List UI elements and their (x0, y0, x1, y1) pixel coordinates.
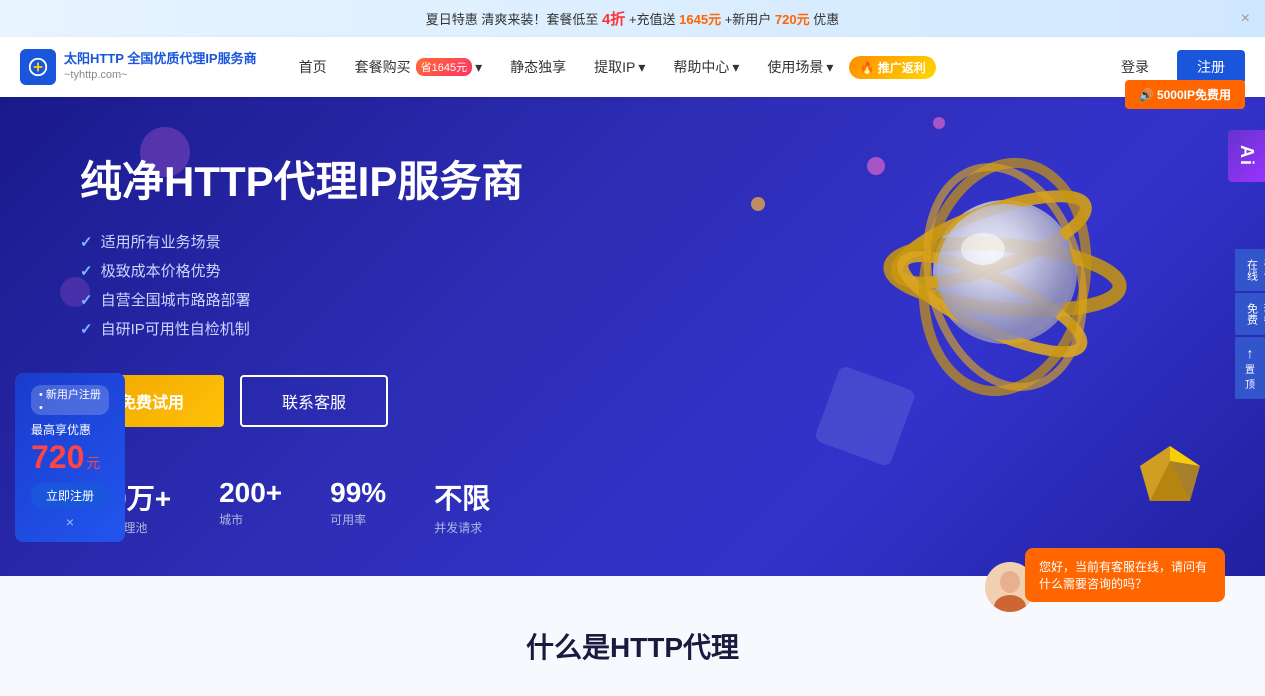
stat-number-2: 200+ (219, 477, 282, 509)
stat-availability: 99% 可用率 (330, 477, 386, 536)
feature-1: 适用所有业务场景 (80, 231, 680, 252)
free-ip-badge[interactable]: 🔊 5000IP免费用 (1125, 80, 1245, 109)
nav-promo-button[interactable]: 🔥 推广返利 (849, 56, 935, 79)
feature-2: 极致成本价格优势 (80, 260, 680, 281)
new-user-badge: • 新用户注册 • (31, 385, 109, 415)
nav-packages-badge: 省1645元 (416, 58, 472, 76)
side-consult-button[interactable]: 在线 咨询 (1235, 249, 1265, 291)
chevron-down-icon-3: ▾ (732, 59, 739, 76)
chat-bubble[interactable]: 您好，当前有客服在线，请问有什么需要咨询的吗？ (1025, 548, 1225, 602)
banner-text-mid: +充值送 (629, 12, 676, 27)
popup-register-button[interactable]: 立即注册 (31, 483, 109, 508)
logo[interactable]: 太阳HTTP 全国优质代理IP服务商 ~tyhttp.com~ (20, 49, 257, 85)
hero-section: 纯净HTTP代理IP服务商 适用所有业务场景 极致成本价格优势 自营全国城市路路… (0, 97, 1265, 576)
what-section-title: 什么是HTTP代理 (80, 626, 1185, 666)
logo-sub: ~tyhttp.com~ (64, 68, 257, 82)
banner-amount2: 720元 (775, 12, 810, 27)
chevron-down-icon-4: ▾ (826, 59, 833, 76)
nav-packages[interactable]: 套餐购买 省1645元 ▾ (343, 51, 495, 83)
arrow-up-icon: ↑ (1247, 345, 1254, 361)
nav-extract-ip[interactable]: 提取IP ▾ (582, 51, 657, 83)
chevron-down-icon-2: ▾ (638, 59, 645, 76)
nav-links: 首页 套餐购买 省1645元 ▾ 静态独享 提取IP ▾ 帮助中心 ▾ 使用场景… (287, 51, 1103, 83)
stat-label-3: 可用率 (330, 511, 386, 528)
nav-use-case[interactable]: 使用场景 ▾ (755, 51, 845, 83)
popup-close-button[interactable]: × (31, 514, 109, 530)
feature-4: 自研IP可用性自检机制 (80, 318, 680, 339)
new-user-amount: 720 (31, 440, 84, 475)
banner-close-button[interactable]: × (1241, 10, 1250, 28)
side-panel: 在线 咨询 免费 套餐 ↑ 置顶 (1235, 249, 1265, 399)
register-button[interactable]: 注册 (1177, 50, 1245, 84)
nav-actions: 登录 注册 (1103, 50, 1245, 84)
side-top-button[interactable]: ↑ 置顶 (1235, 337, 1265, 399)
new-user-unit: 元 (86, 453, 100, 473)
new-user-label: 最高享优惠 (31, 421, 109, 438)
feature-3: 自营全国城市路路部署 (80, 289, 680, 310)
hero-sphere-decoration (865, 137, 1145, 417)
logo-icon (20, 49, 56, 85)
nav-help[interactable]: 帮助中心 ▾ (661, 51, 751, 83)
side-top-label: 置顶 (1243, 361, 1257, 391)
stat-number-3: 99% (330, 477, 386, 509)
top-banner: 夏日特惠 清爽来装！套餐低至 4折 +充值送 1645元 +新用户 720元 优… (0, 0, 1265, 37)
hero-stats: 900万+ HTTP代理池 200+ 城市 99% 可用率 不限 并发请求 (80, 477, 1185, 536)
logo-text: 太阳HTTP 全国优质代理IP服务商 ~tyhttp.com~ (64, 51, 257, 82)
logo-main: 太阳HTTP 全国优质代理IP服务商 (64, 51, 257, 68)
ai-badge[interactable]: Ai (1228, 130, 1265, 182)
deco-pink-circle-2 (933, 117, 945, 129)
stat-cities: 200+ 城市 (219, 477, 282, 536)
banner-text-pre: 夏日特惠 清爽来装！套餐低至 (426, 12, 599, 27)
navbar: 太阳HTTP 全国优质代理IP服务商 ~tyhttp.com~ 首页 套餐购买 … (0, 37, 1265, 97)
stat-number-4: 不限 (434, 477, 490, 517)
deco-gold-circle (751, 197, 765, 211)
nav-home[interactable]: 首页 (287, 51, 339, 83)
hero-buttons: 免费试用 联系客服 (80, 375, 680, 427)
banner-text-post: +新用户 (725, 12, 772, 27)
stat-concurrent: 不限 并发请求 (434, 477, 490, 536)
nav-static[interactable]: 静态独享 (498, 51, 578, 83)
banner-text-end: 优惠 (813, 12, 839, 27)
banner-discount: 4折 (602, 11, 625, 28)
login-button[interactable]: 登录 (1103, 51, 1167, 83)
contact-button[interactable]: 联系客服 (240, 375, 388, 427)
hero-content: 纯净HTTP代理IP服务商 适用所有业务场景 极致成本价格优势 自营全国城市路路… (80, 157, 680, 477)
stat-label-2: 城市 (219, 511, 282, 528)
side-free-package-button[interactable]: 免费 套餐 (1235, 293, 1265, 335)
new-user-popup: • 新用户注册 • 最高享优惠 720 元 立即注册 × (15, 373, 125, 542)
hero-features: 适用所有业务场景 极致成本价格优势 自营全国城市路路部署 自研IP可用性自检机制 (80, 231, 680, 339)
hero-title: 纯净HTTP代理IP服务商 (80, 157, 680, 207)
chevron-down-icon: ▾ (475, 59, 482, 76)
banner-amount1: 1645元 (679, 12, 721, 27)
stat-label-4: 并发请求 (434, 519, 490, 536)
